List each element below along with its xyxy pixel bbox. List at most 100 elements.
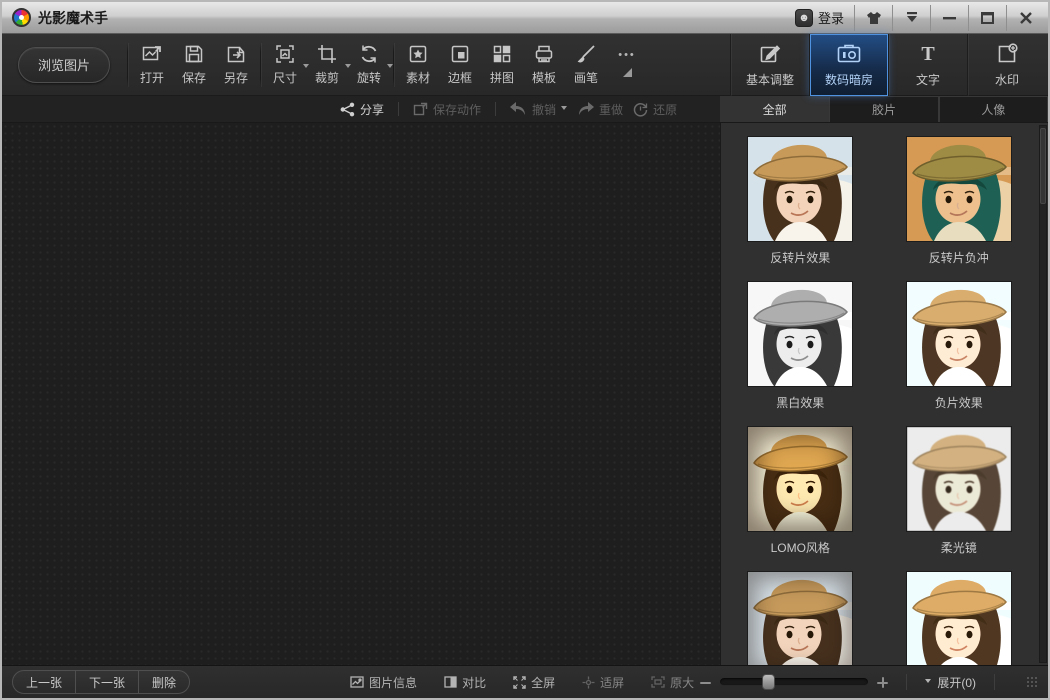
filter-item[interactable] [880,572,1039,665]
undo-dropdown-caret[interactable] [561,106,567,113]
action-separator [398,102,399,116]
tab-portrait[interactable]: 人像 [939,96,1048,122]
mode-digital-darkroom[interactable]: 数码暗房 [809,34,888,96]
filter-item[interactable]: 反转片负冲 [880,137,1039,282]
browse-images-button[interactable]: 浏览图片 [18,47,110,83]
filter-item[interactable]: 柔光镜 [880,427,1039,572]
share-button[interactable]: 分享 [340,101,384,118]
filter-thumbnail[interactable] [748,572,852,665]
filter-item[interactable]: 黑白效果 [721,282,880,427]
zoom-in-icon[interactable] [877,677,888,688]
open-button[interactable]: 打开 [131,40,173,90]
filter-thumbnail[interactable] [748,427,852,531]
filter-panel: 反转片效果 反转片负冲 [720,123,1048,665]
rotate-label: 旋转 [357,69,381,86]
undo-button[interactable]: 撤销 [510,101,567,118]
crop-button[interactable]: 裁剪 [306,40,348,90]
filter-label: 柔光镜 [941,539,977,554]
collage-button[interactable]: 拼图 [481,40,523,90]
rotate-button[interactable]: 旋转 [348,40,390,90]
restore-button[interactable]: 还原 [633,101,677,118]
status-bar: 上一张 下一张 删除 图片信息 对比 [2,665,1048,698]
zoom-slider-handle[interactable] [762,674,775,690]
filter-item[interactable]: LOMO风格 [721,427,880,572]
save-icon [183,43,205,65]
zoom-out-icon[interactable] [700,677,711,688]
app-window: 光影魔术手 ☻ 登录 [0,0,1050,700]
panel-scrollbar-thumb[interactable] [1040,128,1046,204]
brush-label: 画笔 [574,69,598,86]
edit-actions: 分享 保存动作 撤销 重做 [2,96,720,122]
expand-button[interactable]: 展开(0) [925,674,976,691]
mode-text[interactable]: T 文字 [888,34,967,96]
minimize-button[interactable] [930,5,968,31]
filter-label: 黑白效果 [776,394,824,409]
filter-label: 负片效果 [935,394,983,409]
photo-nav-group: 上一张 下一张 删除 [12,670,190,694]
resize-grip[interactable] [1027,677,1038,688]
delete-photo-button[interactable]: 删除 [138,670,190,694]
mode-watermark[interactable]: 水印 [967,34,1046,96]
panel-scrollbar[interactable] [1039,125,1047,663]
filter-thumbnail[interactable] [907,137,1011,241]
more-tools-button[interactable]: ••• [607,40,647,90]
filter-thumbnail[interactable] [907,572,1011,665]
filter-thumbnail[interactable] [748,282,852,386]
next-photo-button[interactable]: 下一张 [75,670,139,694]
material-star-icon [407,43,429,65]
login-button[interactable]: ☻ 登录 [785,8,854,27]
svg-text:T: T [921,43,935,65]
app-title: 光影魔术手 [38,8,108,28]
previous-photo-button[interactable]: 上一张 [12,670,76,694]
filter-thumbnail[interactable] [907,427,1011,531]
save-action-button[interactable]: 保存动作 [413,101,481,118]
image-info-icon [350,676,364,688]
adjust-pencil-icon [758,42,782,66]
next-photo-label: 下一张 [89,674,125,691]
resize-icon [274,43,296,65]
tab-film[interactable]: 胶片 [829,96,938,122]
fit-screen-label: 适屏 [600,674,624,691]
filter-item[interactable]: 反转片效果 [721,137,880,282]
frame-button[interactable]: 边框 [439,40,481,90]
filter-category-tabs: 全部 胶片 人像 [720,96,1048,122]
previous-photo-label: 上一张 [26,674,62,691]
brush-button[interactable]: 画笔 [565,40,607,90]
redo-button[interactable]: 重做 [577,101,623,118]
close-button[interactable] [1006,5,1044,31]
tab-all[interactable]: 全部 [720,96,829,122]
fit-screen-button[interactable]: 适屏 [582,674,624,691]
image-info-label: 图片信息 [369,674,417,691]
filter-label: LOMO风格 [771,539,830,554]
save-button[interactable]: 保存 [173,40,215,90]
rotate-dropdown-caret[interactable] [387,64,393,71]
compare-button[interactable]: 对比 [444,674,486,691]
brush-icon [575,43,597,65]
material-button[interactable]: 素材 [397,40,439,90]
toolbar-separator [260,43,261,87]
close-icon [1020,12,1032,24]
filter-item[interactable]: 负片效果 [880,282,1039,427]
save-as-label: 另存 [224,69,248,86]
template-button[interactable]: 模板 [523,40,565,90]
zoom-slider[interactable] [720,678,868,686]
fit-screen-icon [582,676,595,689]
save-as-button[interactable]: 另存 [215,40,257,90]
fullscreen-label: 全屏 [531,674,555,691]
image-info-button[interactable]: 图片信息 [350,674,417,691]
maximize-button[interactable] [968,5,1006,31]
skin-button[interactable] [854,5,892,31]
mode-basic-adjust[interactable]: 基本调整 [730,34,809,96]
rollup-button[interactable] [892,5,930,31]
original-size-button[interactable]: 原大 [651,674,694,691]
redo-icon [577,102,594,116]
maximize-icon [981,12,994,24]
resize-button[interactable]: 尺寸 [264,40,306,90]
filter-thumbnail[interactable] [748,137,852,241]
restore-icon [633,102,648,117]
filter-item[interactable] [721,572,880,665]
filter-thumbnail[interactable] [907,282,1011,386]
fullscreen-button[interactable]: 全屏 [513,674,555,691]
image-canvas[interactable] [2,123,720,665]
material-label: 素材 [406,69,430,86]
